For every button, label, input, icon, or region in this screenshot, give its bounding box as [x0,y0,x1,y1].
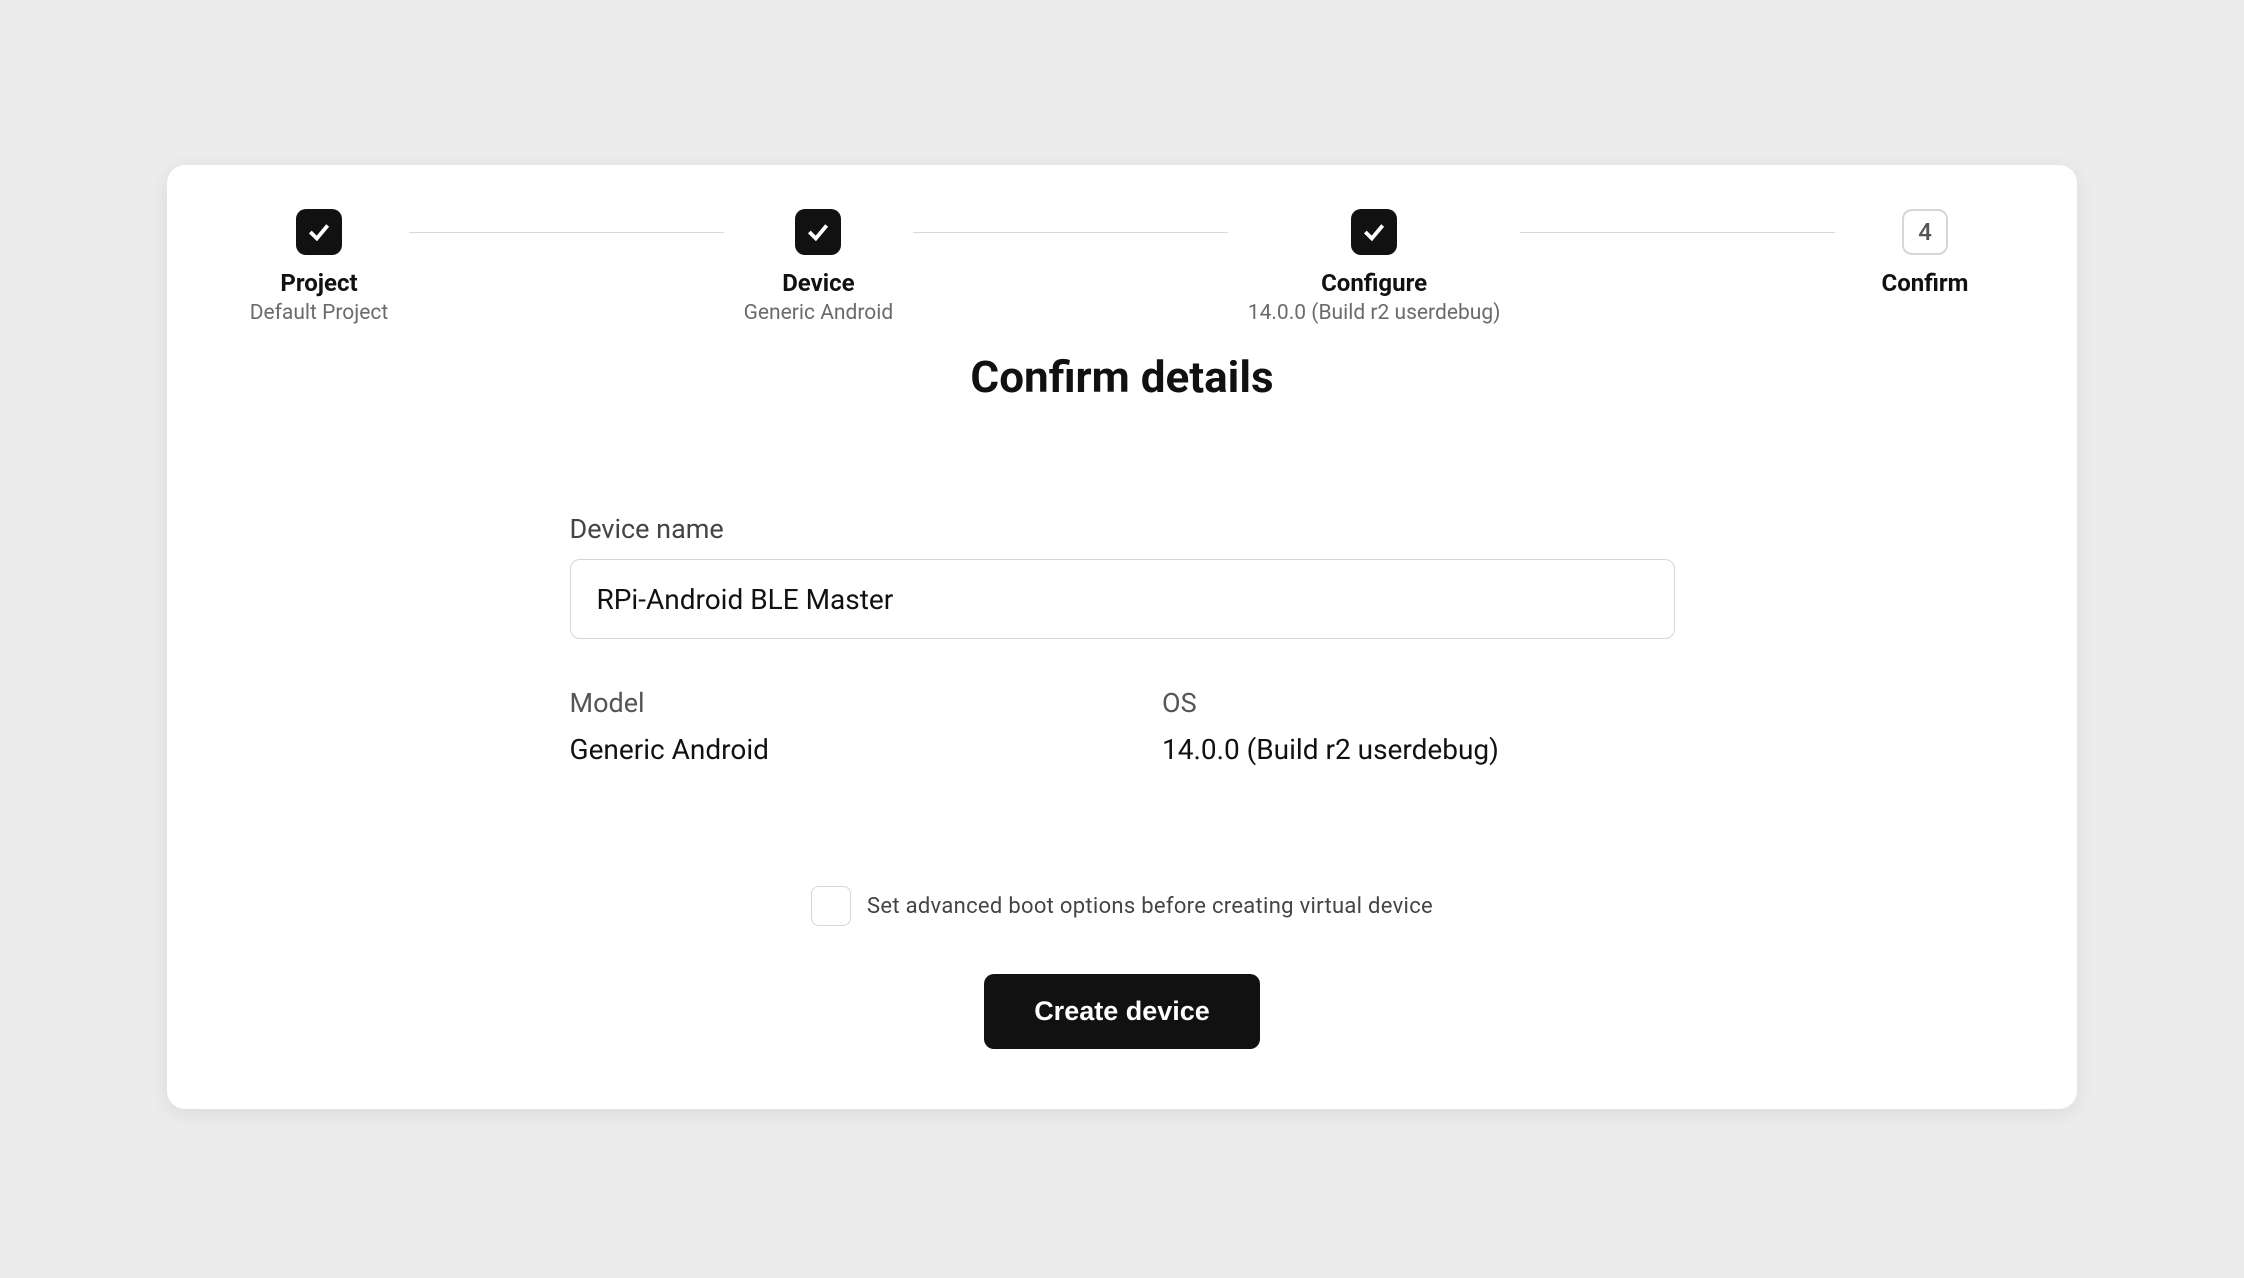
device-name-label: Device name [570,513,1675,545]
stepper: Project Default Project Device Generic A… [249,209,1995,325]
step-title: Confirm [1882,269,1969,297]
page-title: Confirm details [249,351,1995,403]
check-icon [296,209,342,255]
step-connector [1520,232,1835,233]
step-connector [913,232,1228,233]
advanced-options-row: Set advanced boot options before creatin… [570,886,1675,926]
step-subtext: 14.0.0 (Build r2 userdebug) [1248,301,1501,325]
step-configure[interactable]: Configure 14.0.0 (Build r2 userdebug) [1248,209,1501,325]
step-project[interactable]: Project Default Project [249,209,389,325]
advanced-options-label: Set advanced boot options before creatin… [867,894,1433,919]
form-area: Device name Model Generic Android OS 14.… [570,513,1675,1049]
os-value: 14.0.0 (Build r2 userdebug) [1162,733,1675,766]
step-subtext: Generic Android [744,301,894,325]
step-title: Project [280,269,357,297]
check-icon [1351,209,1397,255]
device-name-input[interactable] [570,559,1675,639]
step-device[interactable]: Device Generic Android [744,209,894,325]
step-title: Device [782,269,854,297]
advanced-options-checkbox[interactable] [811,886,851,926]
os-label: OS [1162,687,1675,719]
step-subtext: Default Project [250,301,389,325]
check-icon [795,209,841,255]
create-device-button[interactable]: Create device [984,974,1260,1049]
model-col: Model Generic Android [570,687,1083,766]
step-number-icon: 4 [1902,209,1948,255]
details-row: Model Generic Android OS 14.0.0 (Build r… [570,687,1675,766]
model-value: Generic Android [570,733,1083,766]
step-confirm[interactable]: 4 Confirm [1855,209,1995,301]
button-row: Create device [570,974,1675,1049]
model-label: Model [570,687,1083,719]
os-col: OS 14.0.0 (Build r2 userdebug) [1162,687,1675,766]
wizard-card: Project Default Project Device Generic A… [167,165,2077,1109]
step-title: Configure [1321,269,1427,297]
step-connector [409,232,724,233]
